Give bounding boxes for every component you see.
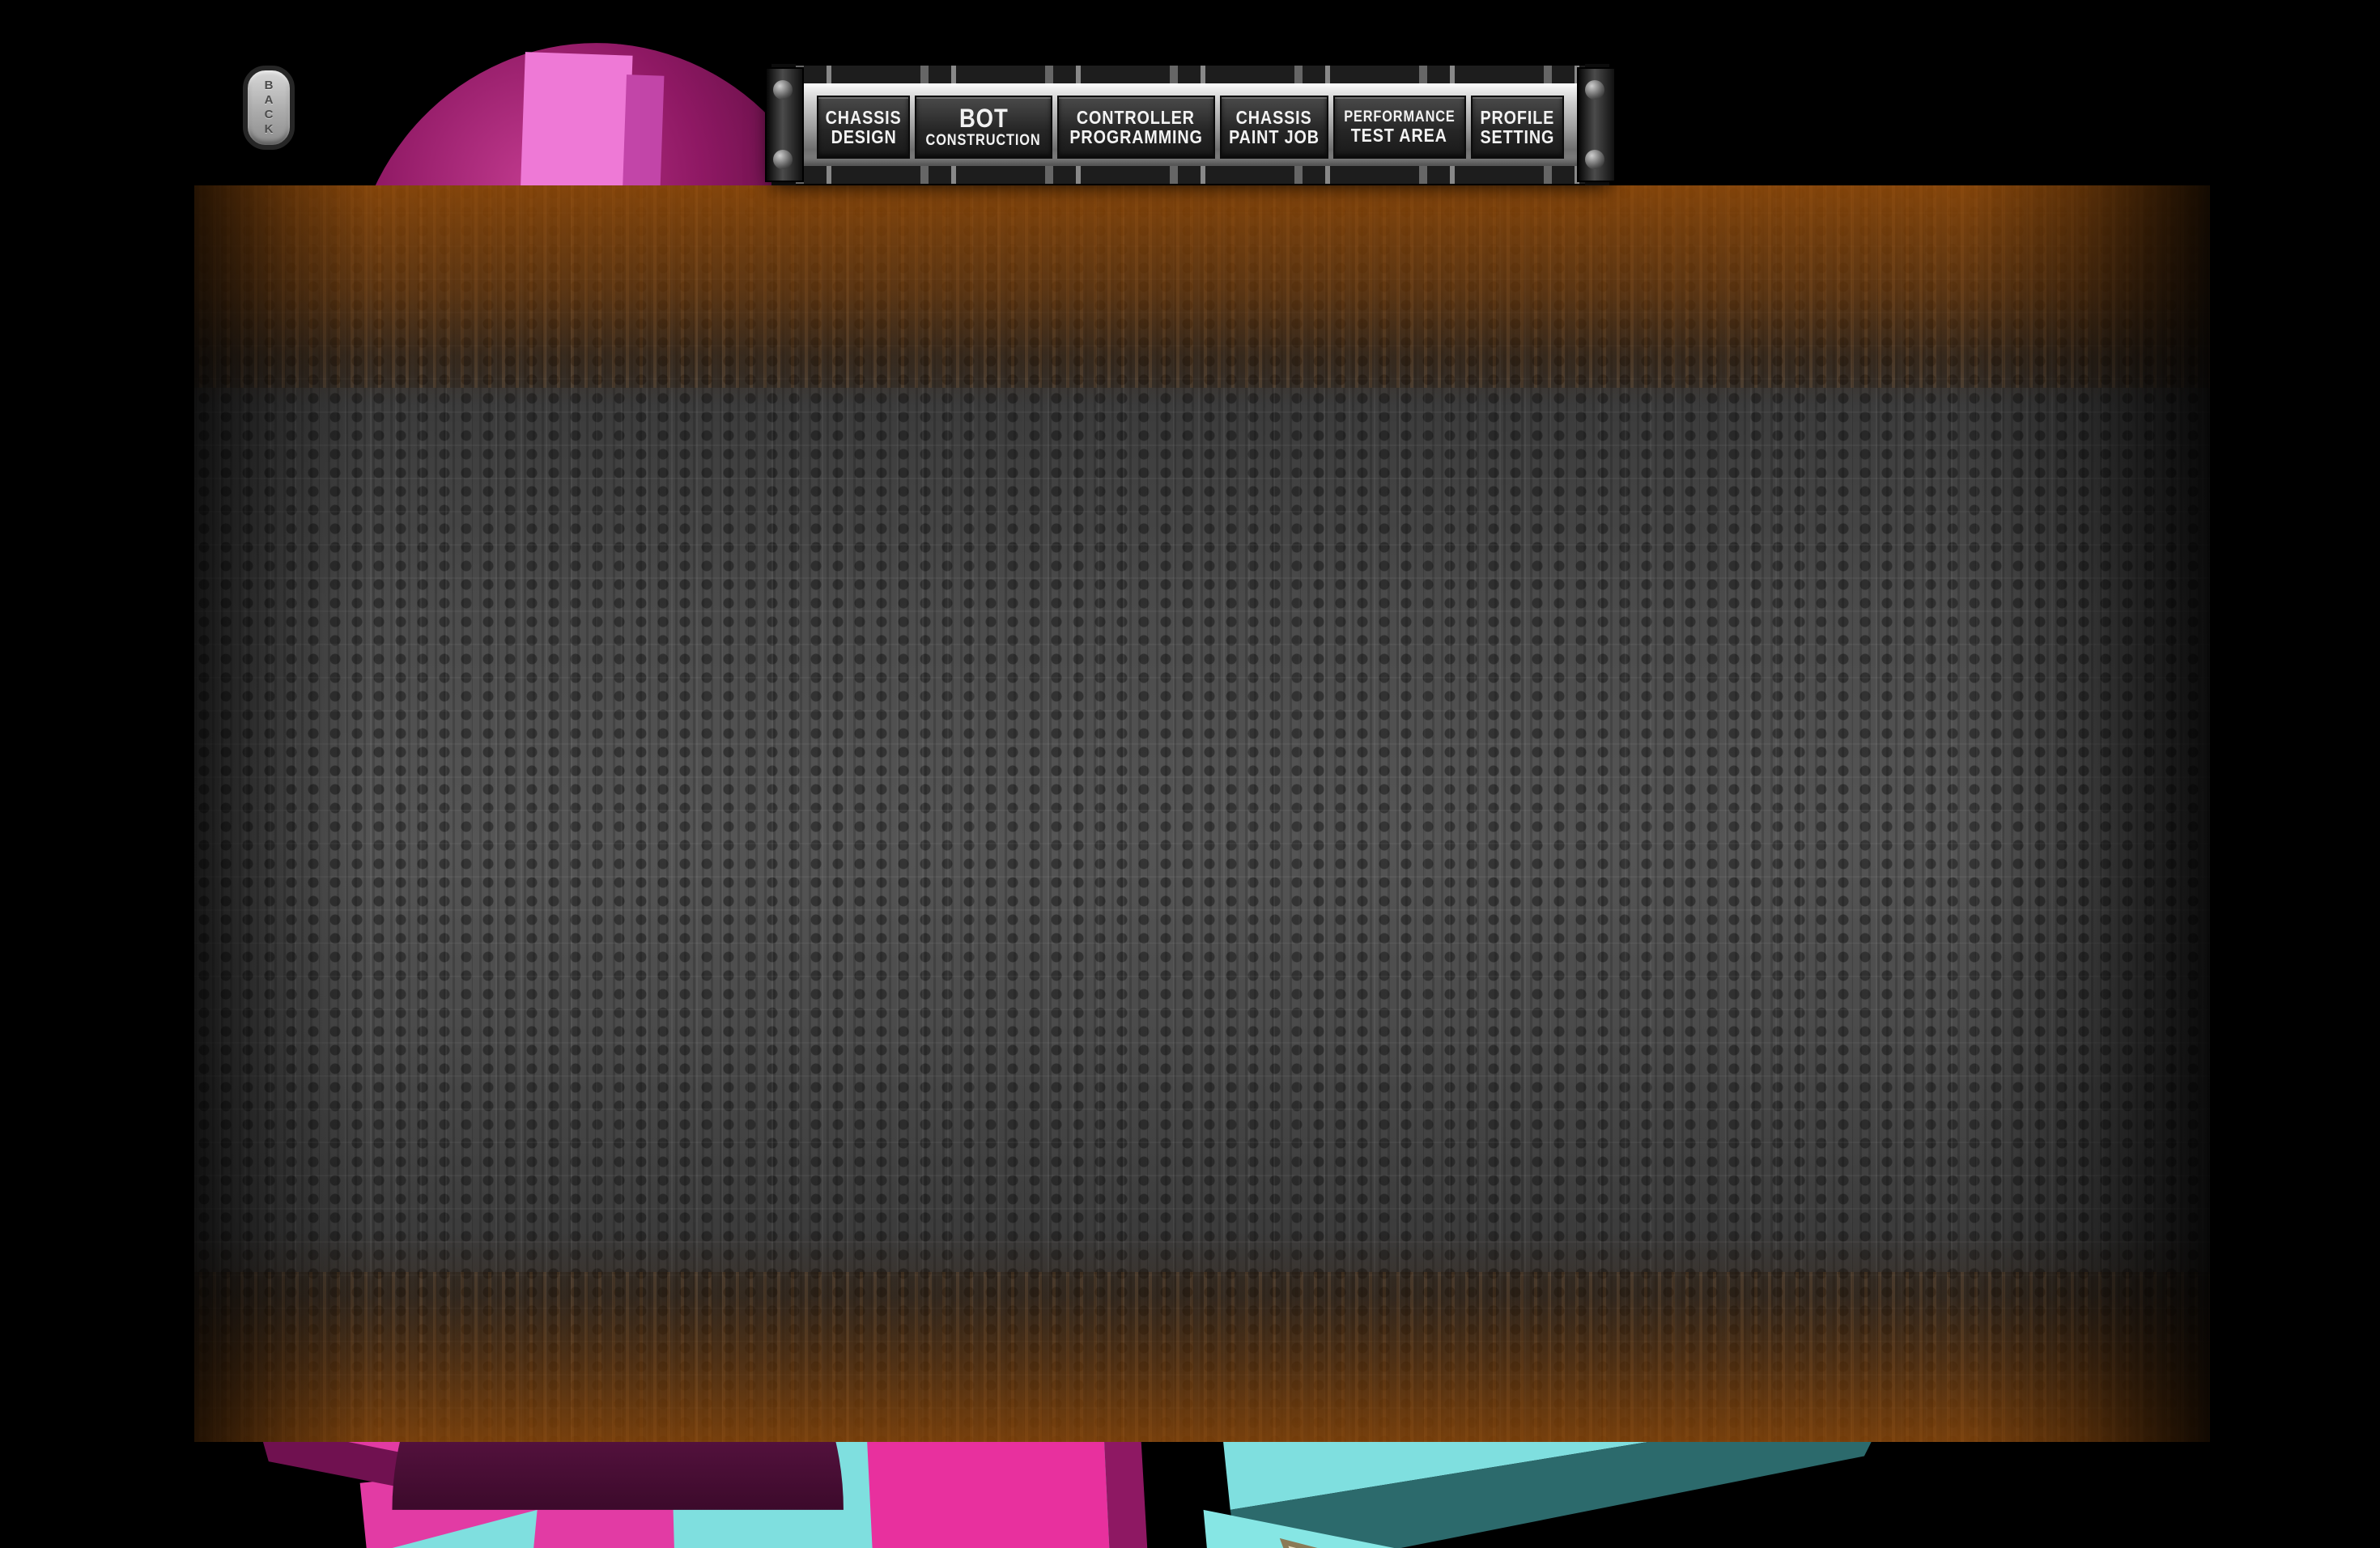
board-tint-overlay [194,185,2210,1442]
tab-label: CHASSIS [1235,106,1312,128]
nav-right-endcap [1577,67,1616,182]
tab-chassis-design[interactable]: CHASSIS DESIGN [817,96,911,159]
tab-label: CHASSIS [825,106,902,128]
tab-label: PROFILE [1480,106,1555,128]
tab-label: CONSTRUCTION [926,131,1041,149]
tab-label: BOT [958,104,1009,134]
back-button-label: BACK [261,79,276,137]
tab-label: PERFORMANCE [1343,108,1456,125]
nav-tabs: CHASSIS DESIGN BOT CONSTRUCTION CONTROLL… [817,96,1564,159]
tab-label: PAINT JOB [1228,126,1320,147]
tab-label: TEST AREA [1351,124,1448,146]
tab-chassis-paint-job[interactable]: CHASSIS PAINT JOB [1219,96,1328,159]
back-button[interactable]: BACK [243,66,295,150]
tab-bot-construction[interactable]: BOT CONSTRUCTION [915,96,1052,159]
tab-performance-test-area[interactable]: PERFORMANCE TEST AREA [1332,96,1466,159]
tab-label: CONTROLLER [1077,106,1196,128]
nav-top-rail [796,64,1585,85]
top-nav-bar: CHASSIS DESIGN BOT CONSTRUCTION CONTROLL… [765,64,1616,185]
tab-label: SETTING [1480,126,1555,147]
tab-label: DESIGN [831,126,897,147]
nav-left-endcap [765,67,804,182]
circuit-board-background [194,185,2210,1442]
nav-bottom-rail [796,164,1585,185]
tab-label: PROGRAMMING [1069,126,1203,147]
tab-controller-programming[interactable]: CONTROLLER PROGRAMMING [1056,96,1215,159]
tab-profile-setting[interactable]: PROFILE SETTING [1470,96,1564,159]
profile-setting-screen: BACK CHASSIS DESIGN BOT CONSTRUCTION CON… [0,0,2380,1548]
